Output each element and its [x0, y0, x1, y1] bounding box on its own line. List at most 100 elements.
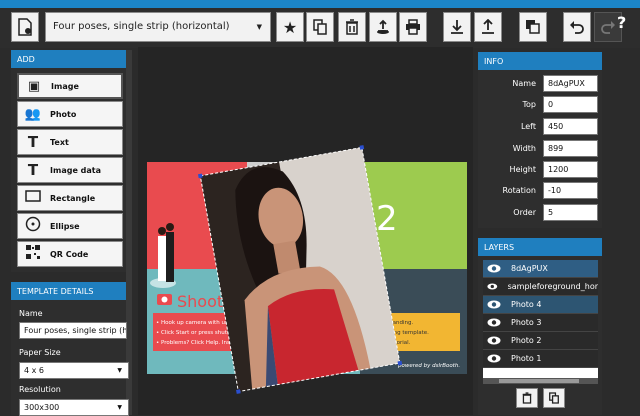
- add-rectangle-label: Rectangle: [50, 193, 96, 203]
- add-ellipse-label: Ellipse: [50, 221, 80, 231]
- left-panel-scrollbar[interactable]: [126, 50, 132, 415]
- favorite-button[interactable]: ★: [276, 12, 304, 42]
- download-icon: [451, 20, 463, 34]
- layers-button[interactable]: [519, 12, 547, 42]
- title-strip: [0, 0, 640, 8]
- info-width-field[interactable]: 899: [543, 140, 598, 157]
- new-document-icon: [18, 18, 32, 36]
- add-text-button[interactable]: T Text: [17, 129, 123, 155]
- instruction-2: • Click Start or press shutt: [156, 330, 230, 336]
- template-details-panel: TEMPLATE DETAILS Name Four poses, single…: [11, 282, 129, 416]
- help-button[interactable]: ?: [617, 13, 626, 32]
- layer-name: Photo 1: [511, 354, 542, 363]
- resize-handle[interactable]: [359, 145, 365, 150]
- layer-name: Photo 4: [511, 300, 542, 309]
- info-height-field[interactable]: 1200: [543, 161, 598, 178]
- text-icon: T: [27, 133, 39, 151]
- layers-icon: [526, 20, 540, 34]
- info-order-field[interactable]: 5: [543, 204, 598, 221]
- add-image-data-label: Image data: [50, 165, 101, 175]
- eye-icon[interactable]: [487, 264, 501, 273]
- copy-button[interactable]: [306, 12, 334, 42]
- chevron-down-icon: ▼: [117, 367, 122, 374]
- template-name-field[interactable]: Four poses, single strip (h: [19, 322, 127, 339]
- info-width-label: Width: [512, 144, 536, 153]
- people-icon: 👥: [24, 106, 42, 122]
- template-select[interactable]: Four poses, single strip (horizontal) ▼: [45, 12, 271, 42]
- resize-handle[interactable]: [236, 389, 241, 394]
- layer-item[interactable]: 8dAgPUX: [483, 260, 598, 278]
- layers-panel: LAYERS 8dAgPUX sampleforeground_hor Phot…: [478, 238, 602, 415]
- layer-name: sampleforeground_hor: [507, 282, 598, 291]
- add-photo-label: Photo: [50, 109, 77, 119]
- layer-item[interactable]: Photo 2: [483, 332, 598, 350]
- scrollbar-thumb[interactable]: [499, 379, 579, 383]
- info-order-label: Order: [513, 208, 536, 217]
- chevron-down-icon: ▼: [117, 404, 122, 411]
- layer-item[interactable]: Photo 3: [483, 314, 598, 332]
- printer-icon: [406, 19, 420, 35]
- add-image-data-button[interactable]: T Image data: [17, 157, 123, 183]
- add-photo-button[interactable]: 👥 Photo: [17, 101, 123, 127]
- eye-icon[interactable]: [487, 282, 498, 291]
- template-details-title: TEMPLATE DETAILS: [11, 282, 126, 300]
- trash-icon: [522, 392, 532, 404]
- layer-item[interactable]: sampleforeground_hor: [483, 278, 598, 296]
- paper-size-value: 4 x 6: [24, 366, 44, 375]
- layer-list: 8dAgPUX sampleforeground_hor Photo 4 Pho…: [483, 260, 598, 378]
- delete-button[interactable]: [338, 12, 366, 42]
- info-height-label: Height: [509, 165, 536, 174]
- eye-icon[interactable]: [487, 354, 501, 363]
- info-left-label: Left: [520, 122, 536, 131]
- add-ellipse-button[interactable]: Ellipse: [17, 213, 123, 239]
- info-rotation-field[interactable]: -10: [543, 182, 598, 199]
- resize-handle[interactable]: [397, 360, 403, 366]
- delete-layer-button[interactable]: [516, 388, 538, 408]
- new-template-button[interactable]: [11, 12, 39, 42]
- slot-number: 2: [376, 199, 398, 239]
- eye-icon[interactable]: [487, 300, 501, 309]
- canvas-area[interactable]: Shoot • Hook up camera with usb • Click …: [138, 47, 473, 415]
- qr-code-icon: [22, 244, 44, 264]
- add-qr-code-button[interactable]: QR Code: [17, 241, 123, 267]
- resolution-value: 300x300: [24, 403, 60, 412]
- info-name-field[interactable]: 8dAgPUX: [543, 75, 598, 92]
- paper-size-select[interactable]: 4 x 6 ▼: [19, 362, 129, 379]
- export-button[interactable]: [474, 12, 502, 42]
- info-top-field[interactable]: 0: [543, 96, 598, 113]
- template-canvas[interactable]: Shoot • Hook up camera with usb • Click …: [138, 47, 473, 415]
- add-rectangle-button[interactable]: Rectangle: [17, 185, 123, 211]
- info-panel: INFO Name 8dAgPUX Top 0 Left 450 Width 8…: [478, 52, 602, 228]
- info-name-label: Name: [512, 79, 536, 88]
- copy-icon: [549, 392, 559, 404]
- layer-item[interactable]: Photo 1: [483, 350, 598, 368]
- copy-icon: [313, 19, 327, 35]
- trash-icon: [346, 19, 358, 35]
- cloud-upload-icon: [377, 19, 389, 34]
- chevron-down-icon: ▼: [256, 23, 262, 31]
- add-text-label: Text: [50, 137, 69, 147]
- layer-item[interactable]: Photo 4: [483, 296, 598, 314]
- upload-button[interactable]: [369, 12, 397, 42]
- powered-by-text: powered by dslrBooth.: [397, 363, 460, 369]
- info-panel-title: INFO: [478, 52, 602, 70]
- undo-button[interactable]: [563, 12, 591, 42]
- download-button[interactable]: [443, 12, 471, 42]
- layers-panel-title: LAYERS: [478, 238, 602, 256]
- layer-name: Photo 3: [511, 318, 542, 327]
- eye-icon[interactable]: [487, 336, 501, 345]
- resize-handle[interactable]: [198, 173, 203, 179]
- print-button[interactable]: [399, 12, 427, 42]
- info-left-field[interactable]: 450: [543, 118, 598, 135]
- layer-list-scrollbar[interactable]: [483, 378, 598, 384]
- layer-name: 8dAgPUX: [511, 264, 548, 273]
- eye-icon[interactable]: [487, 318, 501, 327]
- layer-name: Photo 2: [511, 336, 542, 345]
- undo-icon: [570, 21, 584, 34]
- ellipse-icon: [22, 216, 44, 236]
- resolution-select[interactable]: 300x300 ▼: [19, 399, 129, 416]
- add-image-button[interactable]: ▣ Image: [17, 73, 123, 99]
- camera-icon: [157, 294, 172, 305]
- add-qr-code-label: QR Code: [50, 249, 89, 259]
- duplicate-layer-button[interactable]: [543, 388, 565, 408]
